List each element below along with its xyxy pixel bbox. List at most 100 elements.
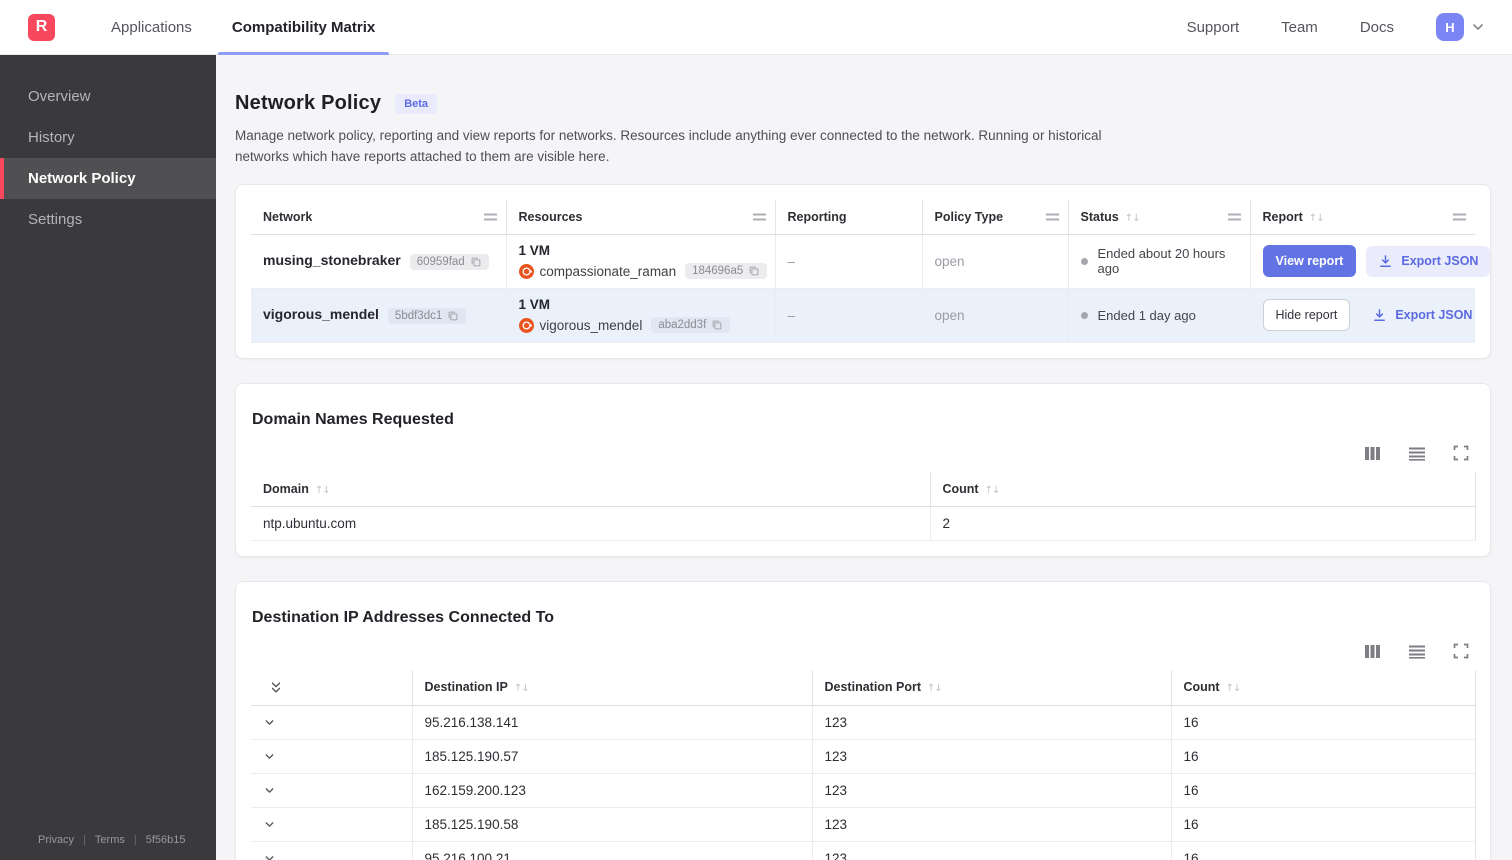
destinations-card: Destination IP Addresses Connected To De…: [235, 580, 1491, 860]
network-name: musing_stonebraker: [263, 252, 401, 269]
row-expand-chevron-icon[interactable]: [263, 784, 276, 797]
sort-icon[interactable]: ↑↓: [514, 683, 530, 694]
tab-applications[interactable]: Applications: [97, 0, 206, 55]
destinations-table: Destination IP ↑↓ Destination Port ↑↓ Coun…: [251, 669, 1476, 860]
col-header-count: Count ↑↓: [1170, 669, 1476, 706]
count-value: 16: [1170, 807, 1476, 842]
footer-divider: |: [83, 834, 86, 846]
sidebar-item-network-policy[interactable]: Network Policy: [0, 158, 216, 199]
destination-ip-value: 185.125.190.58: [411, 807, 812, 842]
user-menu-chevron-down-icon[interactable]: [1470, 19, 1486, 35]
density-icon[interactable]: [1408, 445, 1426, 462]
sidebar-item-settings[interactable]: Settings: [0, 199, 216, 240]
status-text: Ended about 20 hours ago: [1097, 246, 1226, 277]
destination-ip-value: 95.216.138.141: [411, 705, 812, 740]
destination-port-value: 123: [811, 705, 1171, 740]
copy-icon[interactable]: [470, 256, 482, 268]
copy-icon[interactable]: [711, 319, 723, 331]
expand-icon[interactable]: [1453, 445, 1469, 461]
sort-icon[interactable]: ↑↓: [1309, 213, 1325, 224]
policy-type-value: open: [921, 234, 1068, 289]
domains-table: Domain ↑↓ Count ↑↓ ntp.ubuntu.com 2: [251, 471, 1476, 541]
col-header-reporting: Reporting: [774, 199, 922, 235]
row-expand-chevron-icon[interactable]: [263, 716, 276, 729]
column-resize-handle[interactable]: [1045, 213, 1059, 221]
user-avatar[interactable]: H: [1436, 13, 1464, 41]
networks-table: Network Resources Reporting Policy Type …: [251, 199, 1491, 343]
download-icon: [1372, 308, 1387, 323]
link-docs[interactable]: Docs: [1360, 19, 1394, 36]
sidebar-item-overview[interactable]: Overview: [0, 76, 216, 117]
build-hash: 5f56b15: [145, 834, 186, 846]
link-support[interactable]: Support: [1187, 19, 1240, 36]
sidebar: Overview History Network Policy Settings…: [0, 55, 216, 860]
column-resize-handle[interactable]: [1227, 213, 1241, 221]
destination-row: 185.125.190.57 123 16: [251, 739, 1476, 774]
sidebar-item-history[interactable]: History: [0, 117, 216, 158]
column-resize-handle[interactable]: [483, 213, 497, 221]
columns-icon[interactable]: [1364, 445, 1381, 462]
col-header-status: Status ↑↓: [1067, 199, 1250, 235]
copy-icon[interactable]: [447, 310, 459, 322]
count-value: 16: [1170, 773, 1476, 808]
page-title: Network Policy: [235, 92, 382, 114]
chevrons-down-icon[interactable]: [269, 680, 283, 695]
main-content: Network Policy Beta Manage network polic…: [216, 55, 1512, 860]
privacy-link[interactable]: Privacy: [38, 834, 74, 846]
destination-ip-value: 95.216.100.21: [411, 841, 812, 860]
top-nav: R Applications Compatibility Matrix Supp…: [0, 0, 1512, 55]
resource-id-badge: aba2dd3f: [651, 317, 731, 334]
density-icon[interactable]: [1408, 643, 1426, 660]
resource-summary: 1 VM: [518, 297, 551, 313]
sort-icon[interactable]: ↑↓: [1125, 213, 1141, 224]
copy-icon[interactable]: [748, 265, 760, 277]
status-text: Ended 1 day ago: [1097, 307, 1196, 323]
destination-port-value: 123: [811, 841, 1171, 860]
sort-icon[interactable]: ↑↓: [1226, 683, 1242, 694]
column-resize-handle[interactable]: [1453, 213, 1466, 221]
row-expand-chevron-icon[interactable]: [263, 818, 276, 831]
column-resize-handle[interactable]: [752, 213, 766, 221]
tab-compatibility-matrix[interactable]: Compatibility Matrix: [217, 0, 390, 55]
beta-badge: Beta: [395, 93, 438, 114]
link-team[interactable]: Team: [1281, 19, 1318, 36]
domain-value: ntp.ubuntu.com: [263, 515, 357, 531]
export-json-button[interactable]: Export JSON: [1360, 300, 1484, 331]
destination-ip-value: 185.125.190.57: [411, 739, 812, 774]
app-logo[interactable]: R: [28, 13, 55, 41]
network-id-badge: 60959fad: [409, 254, 489, 271]
network-id-badge: 5bdf3dc1: [387, 308, 467, 325]
destinations-card-title: Destination IP Addresses Connected To: [252, 608, 554, 626]
hide-report-button[interactable]: Hide report: [1262, 299, 1351, 332]
sort-icon[interactable]: ↑↓: [927, 683, 943, 694]
status-dot-icon: [1080, 311, 1088, 319]
sort-icon[interactable]: ↑↓: [315, 485, 331, 496]
sort-icon[interactable]: ↑↓: [985, 485, 1001, 496]
reporting-value: –: [774, 288, 922, 343]
count-value: 16: [1170, 739, 1476, 774]
top-nav-right: Support Team Docs H: [1187, 13, 1486, 41]
col-header-resources: Resources: [505, 199, 775, 235]
col-header-domain: Domain ↑↓: [251, 471, 930, 507]
policy-type-value: open: [921, 288, 1068, 343]
download-icon: [1378, 254, 1393, 269]
row-expand-chevron-icon[interactable]: [263, 750, 276, 763]
view-report-button[interactable]: View report: [1262, 245, 1357, 278]
vm-os-icon: [518, 263, 534, 279]
col-header-destination-ip: Destination IP ↑↓: [411, 669, 812, 706]
terms-link[interactable]: Terms: [95, 834, 125, 846]
networks-card: Network Resources Reporting Policy Type …: [235, 183, 1491, 359]
footer-divider: |: [133, 834, 137, 846]
destination-row: 185.125.190.58 123 16: [251, 807, 1476, 842]
domains-card-title: Domain Names Requested: [252, 410, 454, 428]
col-header-expand-all: [251, 669, 412, 706]
export-json-button[interactable]: Export JSON: [1366, 245, 1491, 277]
columns-icon[interactable]: [1364, 643, 1381, 660]
count-value: 16: [1170, 705, 1476, 740]
col-header-network: Network: [251, 199, 506, 235]
col-header-policy-type: Policy Type: [921, 199, 1068, 235]
domains-card: Domain Names Requested Domain ↑↓ Count ↑↓ …: [235, 382, 1491, 557]
domain-row: ntp.ubuntu.com 2: [251, 506, 1476, 541]
row-expand-chevron-icon[interactable]: [263, 852, 276, 860]
expand-icon[interactable]: [1453, 643, 1469, 659]
